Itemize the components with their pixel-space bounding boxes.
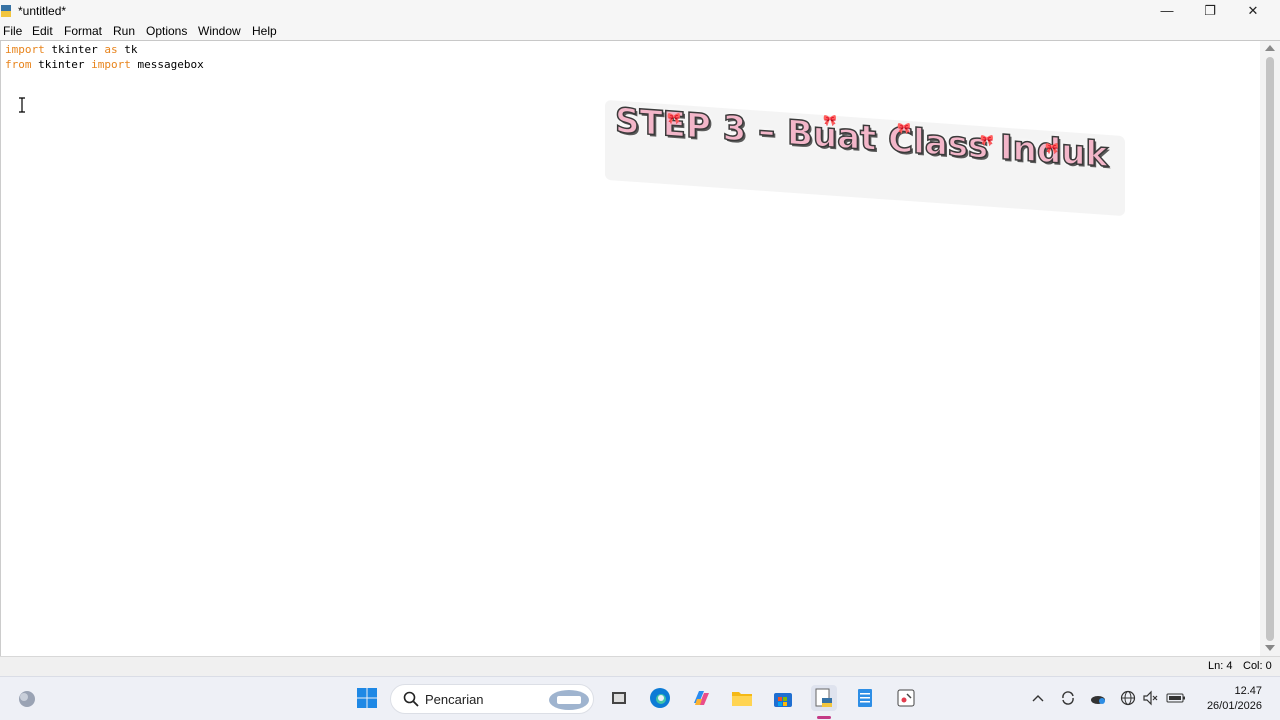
scroll-down-arrow-icon[interactable] <box>1265 645 1275 651</box>
search-highlight-icon <box>549 690 589 710</box>
menu-help[interactable]: Help <box>252 24 277 38</box>
menu-file[interactable]: File <box>3 24 22 38</box>
active-app-indicator <box>817 716 831 719</box>
scroll-up-arrow-icon[interactable] <box>1265 45 1275 51</box>
python-file-icon <box>1 5 11 17</box>
windows-start-icon[interactable] <box>354 685 380 711</box>
menu-edit[interactable]: Edit <box>32 24 53 38</box>
bow-icon: 🎀 <box>1045 143 1059 155</box>
clock-time: 12.47 <box>1234 685 1262 697</box>
status-line-number: Ln: 4 <box>1208 660 1233 672</box>
bow-icon: 🎀 <box>980 135 994 147</box>
copilot-icon[interactable] <box>688 685 714 711</box>
title-bar: *untitled* — ❐ ✕ <box>0 0 1280 21</box>
onedrive-icon[interactable] <box>1089 689 1107 707</box>
notepad-icon[interactable] <box>852 685 878 711</box>
code-text: tk <box>117 43 138 56</box>
code-line-2: from tkinter import messagebox <box>5 58 204 71</box>
code-text: messagebox <box>130 58 204 71</box>
status-column-number: Col: 0 <box>1243 660 1272 672</box>
menu-format[interactable]: Format <box>64 24 102 38</box>
code-editor[interactable]: import tkinter as tk from tkinter import… <box>0 41 1260 656</box>
menu-bar: File Edit Format Run Options Window Help <box>0 21 1280 41</box>
menu-run[interactable]: Run <box>113 24 135 38</box>
edge-icon[interactable] <box>647 685 673 711</box>
code-text: tkinter <box>31 58 92 71</box>
language-icon[interactable] <box>1119 689 1137 707</box>
python-idle-icon[interactable] <box>811 685 837 711</box>
menu-options[interactable]: Options <box>146 24 187 38</box>
vertical-scrollbar[interactable] <box>1260 41 1280 656</box>
scrollbar-thumb[interactable] <box>1266 57 1274 641</box>
restore-icon: ❐ <box>1204 2 1216 18</box>
weather-icon[interactable] <box>14 685 40 711</box>
file-explorer-icon[interactable] <box>729 685 755 711</box>
code-text: tkinter <box>44 43 105 56</box>
bow-icon: 🎀 <box>823 115 837 127</box>
menu-window[interactable]: Window <box>198 24 241 38</box>
close-icon: ✕ <box>1247 2 1259 18</box>
keyword-from: from <box>5 58 32 71</box>
keyword-import: import <box>91 58 131 71</box>
search-icon <box>403 691 419 707</box>
text-cursor-icon <box>19 97 25 113</box>
clock-date: 26/01/2026 <box>1206 700 1262 712</box>
keyword-as: as <box>104 43 118 56</box>
maximize-button[interactable]: ❐ <box>1189 0 1231 21</box>
snipping-tool-icon[interactable] <box>893 685 919 711</box>
battery-icon[interactable] <box>1165 689 1187 707</box>
chevron-up-icon[interactable] <box>1029 689 1047 707</box>
taskbar: Pencarian 12.47 26/01/2026 <box>0 676 1280 720</box>
window-title: *untitled* <box>18 4 67 18</box>
task-view-icon[interactable] <box>606 685 632 711</box>
minimize-icon: — <box>1160 3 1174 18</box>
keyword-import: import <box>5 43 45 56</box>
code-line-1: import tkinter as tk <box>5 43 137 56</box>
store-icon[interactable] <box>770 685 796 711</box>
bow-icon: 🎀 <box>897 123 911 135</box>
search-placeholder: Pencarian <box>425 692 484 707</box>
desktop-screen: *untitled* — ❐ ✕ File Edit Format Run Op… <box>0 0 1280 720</box>
close-button[interactable]: ✕ <box>1232 0 1274 21</box>
status-bar: Ln: 4 Col: 0 <box>0 656 1280 676</box>
bow-icon: 🎀 <box>667 113 681 125</box>
volume-muted-icon[interactable] <box>1141 689 1159 707</box>
taskbar-clock[interactable]: 12.47 26/01/2026 <box>1196 684 1262 714</box>
sync-icon[interactable] <box>1059 689 1077 707</box>
minimize-button[interactable]: — <box>1146 0 1188 21</box>
step-caption-sticker: STEP 3 – Buat Class Induk 🎀 🎀 🎀 🎀 🎀 <box>605 99 1125 217</box>
taskbar-search-box[interactable]: Pencarian <box>390 684 594 714</box>
